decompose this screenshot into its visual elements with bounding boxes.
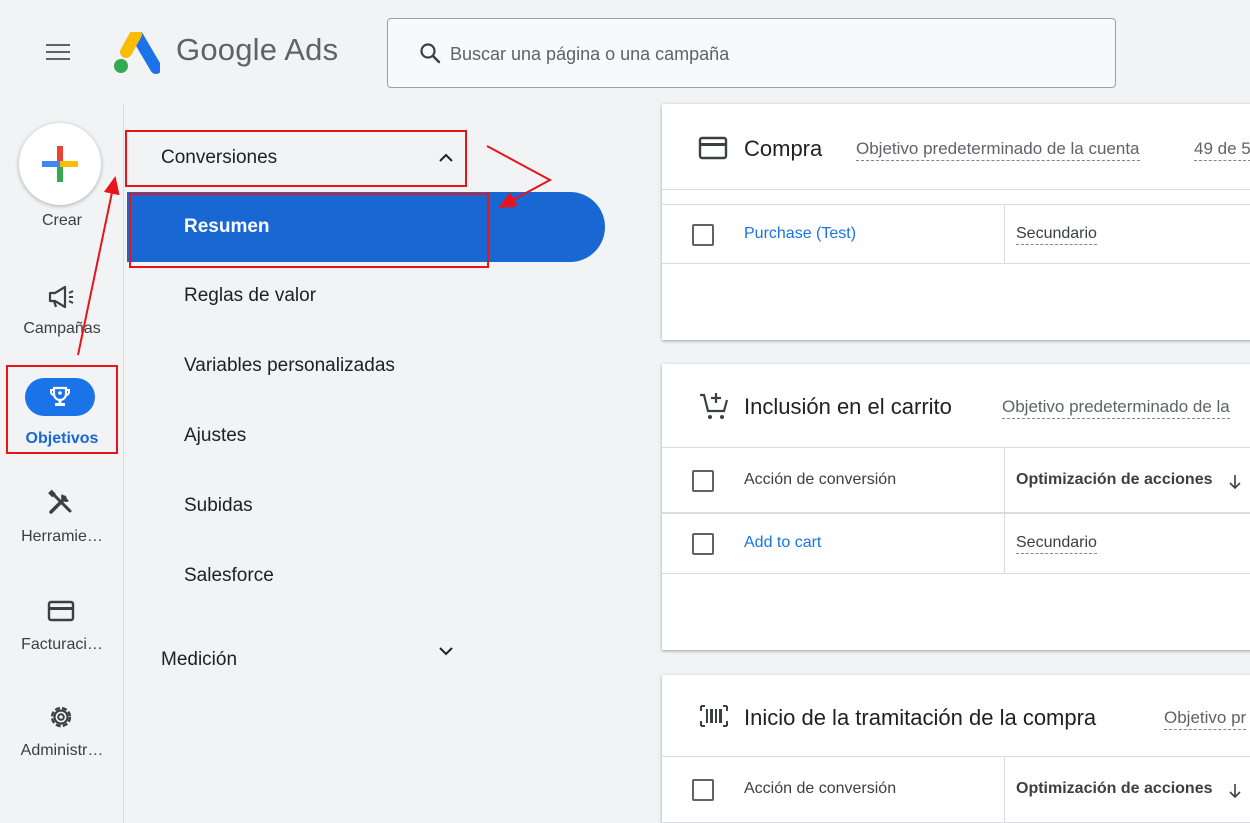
card-subtitle[interactable]: Objetivo pr [1164, 708, 1247, 730]
rail-item-billing[interactable]: Facturaci… [0, 594, 124, 664]
nav-item-label: Ajustes [184, 425, 247, 446]
nav-group-label: Medición [161, 649, 238, 670]
row-checkbox[interactable] [692, 224, 714, 246]
nav-item-salesforce[interactable]: Salesforce [125, 550, 605, 606]
conversion-action-link[interactable]: Add to cart [744, 534, 821, 552]
row-checkbox[interactable] [692, 533, 714, 555]
gear-icon [50, 706, 72, 728]
nav-item-settings[interactable]: Ajustes [125, 410, 605, 466]
card-title: Compra [744, 136, 823, 161]
credit-card-icon [47, 600, 75, 622]
card-subtitle[interactable]: Objetivo predeterminado de la [1002, 397, 1230, 419]
chevron-down-icon [439, 647, 453, 656]
create-button[interactable] [19, 123, 101, 205]
conversion-action-link[interactable]: Purchase (Test) [744, 225, 856, 243]
nav-item-label: Variables personalizadas [184, 355, 395, 376]
goal-card-begin-checkout: Inicio de la tramitación de la compra Ob… [662, 675, 1250, 823]
rail-item-campaigns[interactable]: Campañas [0, 280, 124, 350]
table-row: Purchase (Test) Secundario [662, 204, 1250, 264]
card-count[interactable]: 49 de 5 [1194, 139, 1250, 161]
nav-item-label: Reglas de valor [184, 285, 317, 306]
rail-item-label: Campañas [23, 320, 101, 337]
optimization-value[interactable]: Secundario [1016, 225, 1097, 245]
cell-divider [1004, 448, 1005, 512]
card-subtitle[interactable]: Objetivo predeterminado de la cuenta [856, 139, 1140, 161]
cell-divider [1004, 514, 1005, 573]
card-header[interactable]: Inclusión en el carrito Objetivo predete… [662, 364, 1250, 448]
rail-item-label: Administr… [20, 742, 104, 759]
annotation-box-conversions [125, 130, 467, 187]
table-header-row: Acción de conversión Optimización de acc… [662, 448, 1250, 514]
plus-icon [42, 146, 78, 182]
rail-item-tools[interactable]: Herramie… [0, 486, 124, 556]
megaphone-icon [48, 285, 74, 309]
barcode-icon [700, 705, 728, 727]
sort-arrow-down-icon[interactable] [1228, 474, 1242, 490]
optimization-value[interactable]: Secundario [1016, 534, 1097, 554]
header: Google Ads [0, 0, 1250, 104]
table-header-row: Acción de conversión Optimización de acc… [662, 757, 1250, 823]
nav-item-label: Salesforce [184, 565, 274, 586]
nav-item-uploads[interactable]: Subidas [125, 480, 605, 536]
nav-item-label: Subidas [184, 495, 253, 516]
google-ads-logo-icon[interactable] [112, 32, 160, 74]
search-input[interactable] [450, 39, 1090, 69]
left-rail: Crear Campañas Objetivos Herramie… Factu… [0, 104, 124, 823]
cell-divider [1004, 205, 1005, 263]
rail-item-admin[interactable]: Administr… [0, 700, 124, 770]
search-box[interactable] [387, 18, 1116, 88]
add-to-cart-icon [700, 393, 729, 419]
rail-item-label: Facturaci… [21, 636, 103, 653]
column-header-optimization[interactable]: Optimización de acciones [1016, 471, 1213, 489]
page: Google Ads Crear [0, 0, 1250, 823]
nav-item-custom-variables[interactable]: Variables personalizadas [125, 340, 605, 396]
menu-icon[interactable] [46, 44, 74, 64]
nav-group-measurement[interactable]: Medición [125, 606, 605, 694]
select-all-checkbox[interactable] [692, 779, 714, 801]
cell-divider [1004, 757, 1005, 822]
card-title: Inclusión en el carrito [744, 394, 952, 419]
sort-arrow-down-icon[interactable] [1228, 783, 1242, 799]
annotation-box-summary [129, 193, 489, 268]
tools-icon [48, 489, 72, 514]
card-header[interactable]: Inicio de la tramitación de la compra Ob… [662, 675, 1250, 757]
card-title: Inicio de la tramitación de la compra [744, 705, 1097, 730]
annotation-box-goals [6, 365, 118, 454]
create-label: Crear [41, 212, 82, 229]
brand-name[interactable]: Google Ads [176, 32, 338, 68]
select-all-checkbox[interactable] [692, 470, 714, 492]
card-header[interactable]: Compra Objetivo predeterminado de la cue… [662, 104, 1250, 190]
goal-card-add-to-cart: Inclusión en el carrito Objetivo predete… [662, 364, 1250, 650]
column-header-action[interactable]: Acción de conversión [744, 471, 896, 489]
nav-item-value-rules[interactable]: Reglas de valor [125, 270, 605, 326]
table-row: Add to cart Secundario [662, 514, 1250, 574]
goal-card-purchase: Compra Objetivo predeterminado de la cue… [662, 104, 1250, 340]
credit-card-icon [698, 136, 728, 160]
column-header-action[interactable]: Acción de conversión [744, 780, 896, 798]
column-header-optimization[interactable]: Optimización de acciones [1016, 780, 1213, 798]
search-icon [420, 43, 441, 64]
rail-item-label: Herramie… [21, 528, 103, 545]
